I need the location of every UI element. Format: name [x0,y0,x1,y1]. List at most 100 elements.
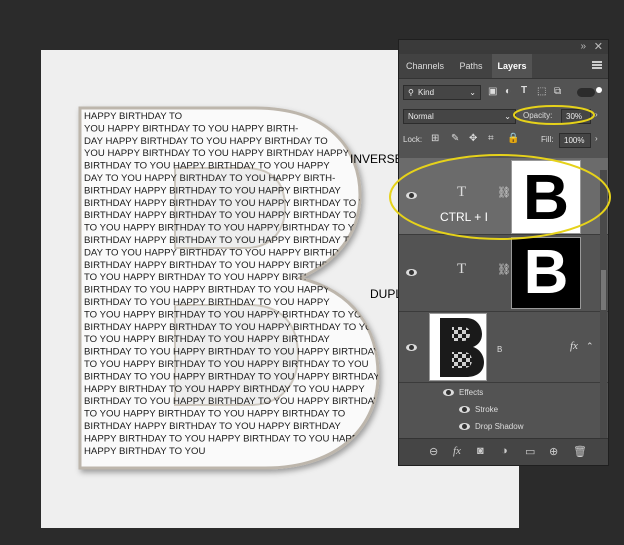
blend-row: Normal ⌄ Opacity: 30% › [399,109,608,127]
filter-kind-value: Kind [418,88,435,97]
chevron-right-icon[interactable]: › [595,110,598,119]
lock-all-icon[interactable]: 🔒 [507,133,519,144]
fx-icon[interactable]: fx [570,340,578,352]
panel-menu-icon[interactable] [592,61,602,69]
letter-text-line: HAPPY BIRTHDAY TO [84,111,182,122]
letter-text-line: TO YOU HAPPY BIRTHDAY TO YOU HAPPY BIRTH… [84,334,330,345]
letter-text-line: BIRTHDAY TO YOU HAPPY BIRTHDAY TO YOU HA… [84,396,380,407]
scrollbar-thumb[interactable] [601,270,606,310]
effects-eye-icon[interactable] [443,389,454,396]
drop-shadow-eye-icon[interactable] [459,423,470,430]
letter-text-line: BIRTHDAY HAPPY BIRTHDAY TO YOU HAPPY BIR… [84,421,341,432]
text-layer-icon: T [457,261,467,277]
blend-mode-value: Normal [408,112,434,121]
letter-text-line: DAY HAPPY BIRTHDAY TO YOU HAPPY BIRTHDAY… [84,136,328,147]
letter-text-line: HAPPY BIRTHDAY TO YOU [84,446,205,457]
effect-stroke[interactable]: Stroke [475,405,498,414]
effect-drop-shadow[interactable]: Drop Shadow [475,422,523,431]
letter-text-line: BIRTHDAY HAPPY BIRTHDAY TO YOU HAPPY BIR… [84,235,380,246]
collapse-icon[interactable]: » [580,41,586,52]
link-icon[interactable]: ⛓ [497,263,511,276]
link-icon[interactable]: ⛓ [497,186,511,199]
new-adjustment-icon[interactable]: ◑ [501,445,508,457]
panel-top-strip: » ✕ [399,40,608,54]
ctrl-i-note: CTRL + I [440,210,488,224]
filter-toggle[interactable] [577,88,595,97]
panel-tabs: Channels Paths Layers [399,54,608,79]
text-layer-icon: T [457,184,467,200]
layer-row-b[interactable]: B fx ⌃ [399,312,608,383]
fill-label: Fill: [541,135,554,144]
link-layers-icon[interactable]: ⊖ [429,445,438,458]
opacity-input[interactable]: 30% [561,109,591,124]
letter-text-line: DAY TO YOU HAPPY BIRTHDAY TO YOU HAPPY B… [84,247,352,258]
chevron-down-icon: ⌄ [469,88,476,97]
letter-text-line: YOU HAPPY BIRTHDAY TO YOU HAPPY BIRTH- [84,123,298,134]
filter-toggle-dot [596,87,602,93]
adjustment-filter-icon[interactable]: ◐ [505,86,511,97]
blend-mode-select[interactable]: Normal ⌄ [403,109,516,124]
layer-b-thumbnail[interactable] [429,313,487,381]
lock-position-icon[interactable]: ✥ [469,133,477,144]
effects-label: Effects [459,388,484,397]
mask-thumbnail[interactable]: B [511,237,581,309]
tab-paths[interactable]: Paths [451,54,491,78]
panel-footer: ⊖ fx ◙ ◑ ▭ ⊕ 🗑 [399,438,608,465]
chevron-up-icon[interactable]: ⌃ [586,341,594,352]
close-icon[interactable]: ✕ [594,40,603,53]
new-layer-icon[interactable]: ⊕ [549,445,558,458]
type-filter-icon[interactable]: T [521,85,527,96]
letter-text-line: TO YOU HAPPY BIRTHDAY TO YOU HAPPY BIRTH… [84,409,345,420]
image-filter-icon[interactable]: ▣ [488,86,497,97]
letter-text-line: BIRTHDAY TO YOU HAPPY BIRTHDAY TO YOU HA… [84,371,380,382]
stroke-eye-icon[interactable] [459,406,470,413]
letter-text-line: HAPPY BIRTHDAY TO YOU HAPPY BIRTHDAY TO … [84,384,365,395]
visibility-eye-icon[interactable] [406,269,417,276]
letter-text-line: YOU HAPPY BIRTHDAY TO YOU HAPPY BIRTHDAY… [84,148,350,159]
visibility-eye-icon[interactable] [406,344,417,351]
chevron-right-icon[interactable]: › [595,134,598,143]
filter-kind-select[interactable]: Kind ⚲ ⌄ [403,85,481,100]
tab-channels[interactable]: Channels [401,54,449,78]
lock-row: Lock: ⊞ ✎ ✥ ⌗ 🔒 Fill: 100% › [399,133,608,151]
search-icon: ⚲ [408,88,414,97]
panel-scrollbar[interactable] [600,170,607,440]
lock-label: Lock: [403,135,423,144]
chevron-down-icon: ⌄ [504,112,511,121]
letter-text-line: HAPPY BIRTHDAY TO YOU HAPPY BIRTHDAY TO … [84,433,365,444]
visibility-eye-icon[interactable] [406,192,417,199]
shape-filter-icon[interactable]: ⬚ [537,86,546,97]
letter-text-line: TO YOU HAPPY BIRTHDAY TO YOU HAPPY BIRTH… [84,359,369,370]
layer-b-name[interactable]: B [497,345,502,354]
layer-row-inverse-mask[interactable]: T ⛓ B [399,158,608,235]
add-mask-icon[interactable]: ◙ [477,445,484,457]
lock-artboard-icon[interactable]: ⌗ [488,133,494,144]
trash-icon[interactable]: 🗑 [573,445,587,458]
letter-text-line: BIRTHDAY HAPPY BIRTHDAY TO YOU HAPPY BIR… [84,210,380,221]
letter-text-line: DAY TO YOU HAPPY BIRTHDAY TO YOU HAPPY B… [84,173,335,184]
tab-layers[interactable]: Layers [492,54,532,78]
letter-text-line: BIRTHDAY HAPPY BIRTHDAY TO YOU HAPPY BIR… [84,322,380,333]
opacity-label: Opacity: [523,111,553,120]
letter-text-line: TO YOU HAPPY BIRTHDAY TO YOU HAPPY BIRTH… [84,223,369,234]
lock-transparency-icon[interactable]: ⊞ [431,133,439,144]
new-group-icon[interactable]: ▭ [525,445,535,458]
letter-text-line: TO YOU HAPPY BIRTHDAY TO YOU HAPPY BIRTH… [84,309,369,320]
add-style-icon[interactable]: fx [453,445,461,457]
smart-object-filter-icon[interactable]: ⧉ [554,86,561,97]
letter-text-line: BIRTHDAY HAPPY BIRTHDAY TO YOU HAPPY BIR… [84,198,380,209]
lock-image-icon[interactable]: ✎ [451,133,459,144]
filter-row: Kind ⚲ ⌄ ▣ ◐ T ⬚ ⧉ [399,85,608,103]
inverted-mask-thumbnail[interactable]: B [511,160,581,234]
effects-group: Effects Stroke Drop Shadow [399,383,608,439]
letter-text-line: BIRTHDAY HAPPY BIRTHDAY TO YOU HAPPY BIR… [84,260,341,271]
fill-input[interactable]: 100% [559,133,591,148]
letter-text-line: TO YOU HAPPY BIRTHDAY TO YOU HAPPY BIRTH… [84,272,345,283]
layers-panel: » ✕ Channels Paths Layers Kind ⚲ ⌄ ▣ ◐ T… [398,39,609,466]
letter-text-line: BIRTHDAY TO YOU HAPPY BIRTHDAY TO YOU HA… [84,347,380,358]
letter-text-line: BIRTHDAY TO YOU HAPPY BIRTHDAY TO YOU HA… [84,161,330,172]
transparency-checker [430,314,486,380]
letter-text-line: BIRTHDAY TO YOU HAPPY BIRTHDAY TO YOU HA… [84,285,330,296]
layer-row-duplicate[interactable]: T ⛓ B [399,235,608,312]
letter-text-line: BIRTHDAY HAPPY BIRTHDAY TO YOU HAPPY BIR… [84,185,341,196]
